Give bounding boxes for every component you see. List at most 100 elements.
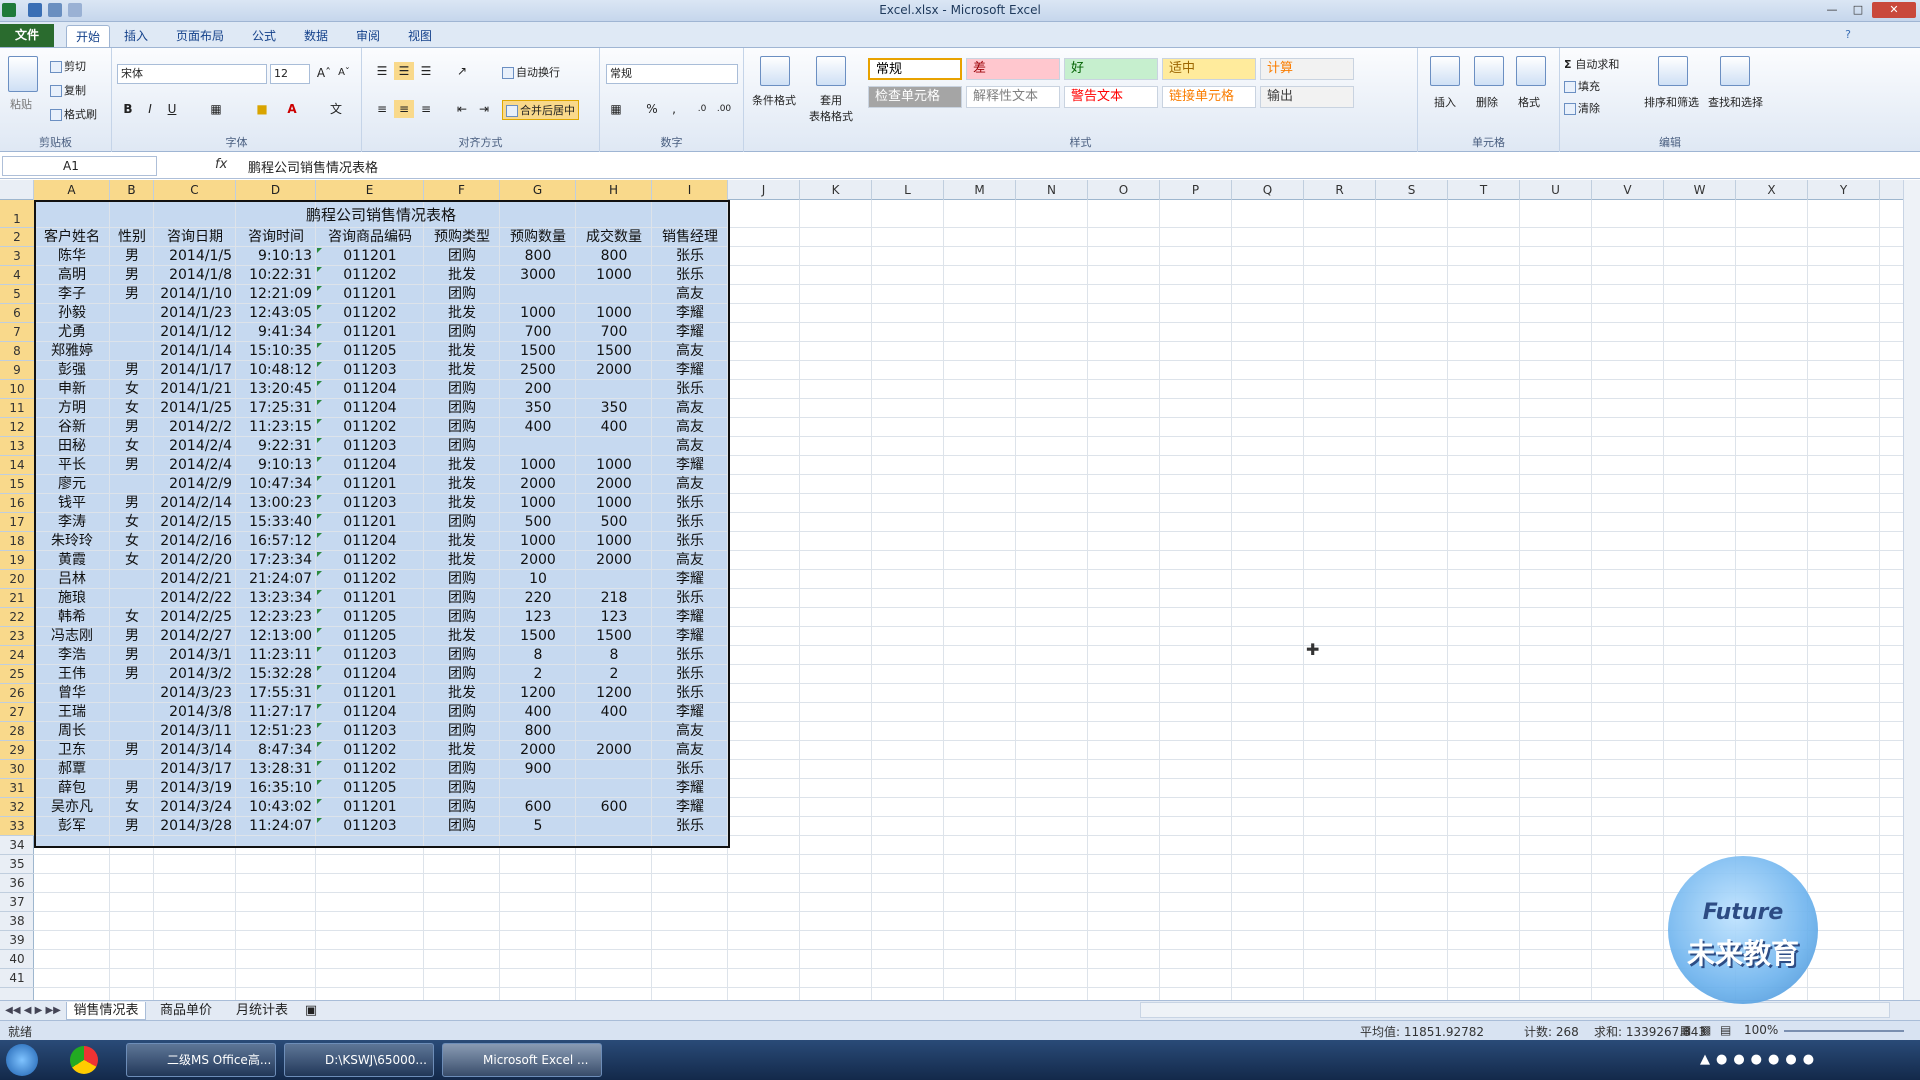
italic-button[interactable]: I [140, 100, 160, 118]
orientation-icon[interactable]: ↗ [452, 62, 472, 80]
row-header[interactable]: 40 [0, 950, 34, 969]
column-header[interactable]: T [1448, 180, 1520, 200]
column-header[interactable]: L [872, 180, 944, 200]
grow-font-button[interactable]: Aˆ [314, 64, 334, 82]
column-header[interactable]: U [1520, 180, 1592, 200]
format-as-table-icon[interactable] [816, 56, 846, 86]
column-header[interactable]: X [1736, 180, 1808, 200]
row-header[interactable]: 26 [0, 684, 34, 703]
row-header[interactable]: 21 [0, 589, 34, 608]
row-header[interactable]: 12 [0, 418, 34, 437]
row-header[interactable]: 41 [0, 969, 34, 988]
shrink-font-button[interactable]: Aˇ [334, 64, 354, 82]
row-header[interactable]: 6 [0, 304, 34, 323]
column-header[interactable]: G [500, 180, 576, 200]
tab-file[interactable]: 文件 [0, 24, 54, 47]
sort-filter-button[interactable]: 排序和筛选 [1644, 94, 1699, 110]
page-break-view-icon[interactable]: ▤ [1720, 1023, 1731, 1037]
column-header[interactable]: I [652, 180, 728, 200]
name-box[interactable]: A1 [2, 156, 157, 176]
row-header[interactable]: 33 [0, 817, 34, 836]
column-header[interactable]: K [800, 180, 872, 200]
column-header[interactable]: C [154, 180, 236, 200]
row-header[interactable]: 13 [0, 437, 34, 456]
close-button[interactable]: ✕ [1872, 2, 1916, 18]
horizontal-scrollbar[interactable] [1140, 1002, 1890, 1018]
tab-insert[interactable]: 插入 [116, 25, 156, 47]
row-header[interactable]: 7 [0, 323, 34, 342]
taskbar-excel[interactable]: Microsoft Excel ... [442, 1043, 602, 1077]
zoom-level[interactable]: 100% [1744, 1023, 1778, 1037]
row-header[interactable]: 4 [0, 266, 34, 285]
conditional-format-button[interactable]: 条件格式 [752, 92, 796, 108]
fill-color-icon[interactable]: ■ [252, 100, 272, 118]
align-middle-icon[interactable]: ☰ [394, 62, 414, 80]
sheet-tab-sales[interactable]: 销售情况表 [66, 1002, 146, 1020]
column-header[interactable]: P [1160, 180, 1232, 200]
insert-button[interactable]: 插入 [1434, 94, 1456, 110]
worksheet-grid[interactable]: 鹏程公司销售情况表格 客户姓名 性别 咨询日期 咨询时间 咨询商品编码 预购类型 预购数量 成交… [34, 200, 1908, 1012]
row-header[interactable]: 8 [0, 342, 34, 361]
maximize-button[interactable]: □ [1846, 2, 1870, 18]
column-header[interactable]: A [34, 180, 110, 200]
cell-style-item[interactable]: 链接单元格 [1162, 86, 1256, 108]
row-header[interactable]: 27 [0, 703, 34, 722]
vertical-scrollbar[interactable] [1903, 180, 1920, 1000]
number-format-select[interactable]: 常规 [606, 64, 738, 84]
column-header[interactable]: W [1664, 180, 1736, 200]
insert-function-button[interactable]: fx [215, 157, 227, 172]
font-size-select[interactable]: 12 [270, 64, 310, 84]
column-header[interactable]: M [944, 180, 1016, 200]
normal-view-icon[interactable]: ▦ [1680, 1023, 1691, 1037]
autosum-button[interactable]: Σ 自动求和 [1564, 56, 1619, 72]
column-header[interactable]: J [728, 180, 800, 200]
binoculars-icon[interactable] [1720, 56, 1750, 86]
tab-data[interactable]: 数据 [296, 25, 336, 47]
row-header[interactable]: 23 [0, 627, 34, 646]
phonetic-icon[interactable]: 文 [326, 100, 346, 118]
accounting-format-icon[interactable]: ▦ [606, 100, 626, 118]
sheet-nav-arrows[interactable]: ◀◀ ◀ ▶ ▶▶ [4, 1002, 62, 1020]
align-center-icon[interactable]: ≡ [394, 100, 414, 118]
format-button[interactable]: 格式 [1518, 94, 1540, 110]
page-layout-view-icon[interactable]: ▩ [1700, 1023, 1711, 1037]
row-header[interactable]: 38 [0, 912, 34, 931]
tab-review[interactable]: 审阅 [348, 25, 388, 47]
insert-sheet-icon[interactable]: ▣ [300, 1002, 322, 1020]
select-all-corner[interactable] [0, 180, 34, 200]
column-header[interactable]: Q [1232, 180, 1304, 200]
row-header[interactable]: 5 [0, 285, 34, 304]
row-header[interactable]: 11 [0, 399, 34, 418]
delete-cells-icon[interactable] [1474, 56, 1504, 86]
row-header[interactable]: 39 [0, 931, 34, 950]
find-select-button[interactable]: 查找和选择 [1708, 94, 1763, 110]
border-icon[interactable]: ▦ [206, 100, 226, 118]
column-header[interactable]: H [576, 180, 652, 200]
increase-decimal-icon[interactable]: .0 [692, 100, 712, 118]
paste-button[interactable]: 粘贴 [10, 96, 32, 112]
increase-indent-icon[interactable]: ⇥ [474, 100, 494, 118]
row-header[interactable]: 36 [0, 874, 34, 893]
row-header[interactable]: 17 [0, 513, 34, 532]
conditional-format-icon[interactable] [760, 56, 790, 86]
row-header[interactable]: 18 [0, 532, 34, 551]
copy-button[interactable]: 复制 [50, 82, 86, 98]
insert-cells-icon[interactable] [1430, 56, 1460, 86]
tab-formulas[interactable]: 公式 [244, 25, 284, 47]
wrap-text-button[interactable]: 自动换行 [502, 64, 560, 80]
help-icon[interactable]: ? [1836, 27, 1860, 43]
column-header[interactable]: E [316, 180, 424, 200]
row-header[interactable]: 25 [0, 665, 34, 684]
row-header[interactable]: 29 [0, 741, 34, 760]
row-header[interactable]: 32 [0, 798, 34, 817]
column-header[interactable]: D [236, 180, 316, 200]
chrome-icon[interactable] [70, 1046, 98, 1074]
row-header[interactable]: 1 [0, 200, 34, 228]
row-header[interactable]: 35 [0, 855, 34, 874]
merge-center-button[interactable]: 合并后居中 [502, 100, 579, 120]
cell-style-item[interactable]: 差 [966, 58, 1060, 80]
cut-button[interactable]: 剪切 [50, 58, 86, 74]
font-color-icon[interactable]: A [282, 100, 302, 118]
column-header[interactable]: S [1376, 180, 1448, 200]
clear-button[interactable]: 清除 [1564, 100, 1600, 116]
